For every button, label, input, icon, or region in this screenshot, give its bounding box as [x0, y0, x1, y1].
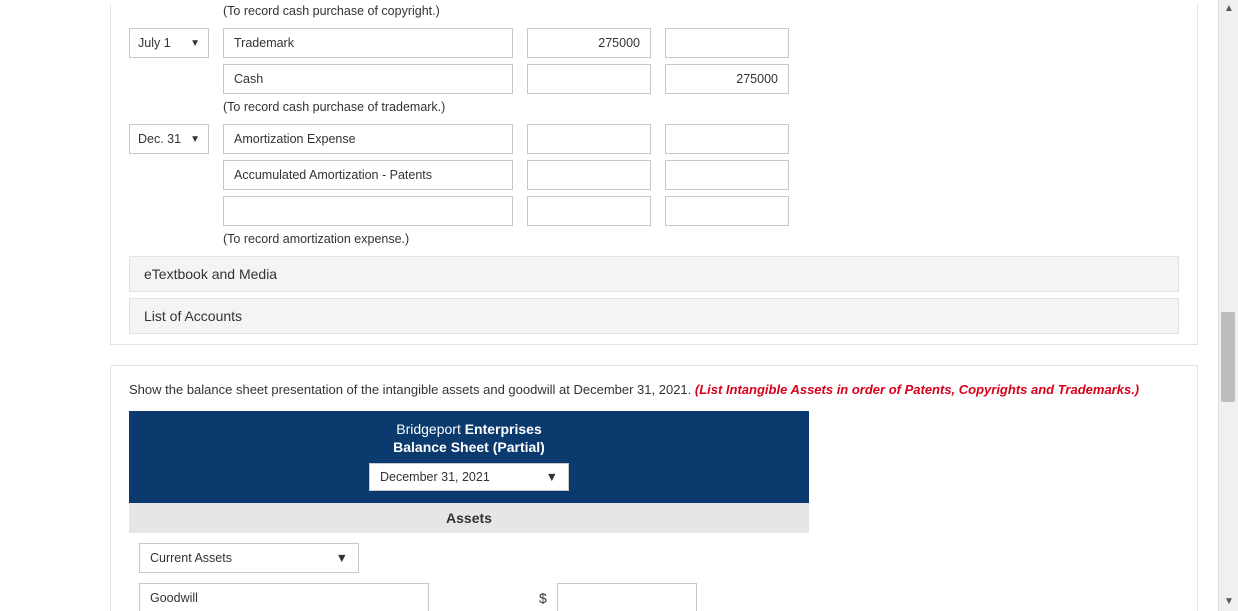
scrollbar-thumb[interactable] [1221, 312, 1235, 402]
statement-title: Balance Sheet (Partial) [129, 439, 809, 455]
account-input[interactable]: Accumulated Amortization - Patents [223, 160, 513, 190]
debit-amount-input[interactable] [527, 196, 651, 226]
chevron-down-icon: ▼ [336, 551, 348, 565]
scrollbar[interactable]: ▲ ▼ [1218, 0, 1238, 611]
debit-amount-input[interactable] [527, 160, 651, 190]
credit-amount-input[interactable] [665, 196, 789, 226]
date-value: Dec. 31 [138, 132, 181, 146]
debit-amount-input[interactable] [527, 64, 651, 94]
credit-amount-input[interactable] [665, 124, 789, 154]
account-name-input[interactable]: Goodwill [139, 583, 429, 611]
date-dropdown[interactable]: July 1 ▼ [129, 28, 209, 58]
journal-entry-row: Dec. 31 ▼ Amortization Expense [129, 124, 1179, 154]
note-amortization: (To record amortization expense.) [223, 232, 1179, 246]
scroll-up-arrow[interactable]: ▲ [1219, 0, 1238, 18]
credit-amount-input[interactable] [665, 28, 789, 58]
debit-amount-input[interactable] [527, 124, 651, 154]
company-name: Bridgeport Enterprises [129, 421, 809, 437]
amount-input[interactable] [557, 583, 697, 611]
account-input[interactable] [223, 196, 513, 226]
debit-amount-input[interactable]: 275000 [527, 28, 651, 58]
statement-date-dropdown[interactable]: December 31, 2021 ▼ [369, 463, 569, 491]
date-dropdown[interactable]: Dec. 31 ▼ [129, 124, 209, 154]
dollar-sign: $ [539, 590, 547, 606]
assets-heading: Assets [129, 503, 809, 533]
journal-entry-row [129, 196, 1179, 226]
question-instruction: Show the balance sheet presentation of t… [129, 382, 1179, 397]
note-trademark: (To record cash purchase of trademark.) [223, 100, 1179, 114]
etextbook-band[interactable]: eTextbook and Media [129, 256, 1179, 292]
bs-section-row: Current Assets ▼ [139, 543, 1179, 573]
journal-entry-row: Cash 275000 [129, 64, 1179, 94]
chevron-down-icon: ▼ [190, 38, 200, 49]
section-dropdown[interactable]: Current Assets ▼ [139, 543, 359, 573]
journal-card: (To record cash purchase of copyright.) … [110, 4, 1198, 345]
chevron-down-icon: ▼ [546, 470, 558, 484]
bs-line-row: Goodwill $ [139, 583, 1179, 611]
account-input[interactable]: Trademark [223, 28, 513, 58]
scroll-down-arrow[interactable]: ▼ [1219, 593, 1238, 611]
account-input[interactable]: Amortization Expense [223, 124, 513, 154]
credit-amount-input[interactable]: 275000 [665, 64, 789, 94]
chevron-down-icon: ▼ [190, 134, 200, 145]
date-value: July 1 [138, 36, 171, 50]
balance-sheet-card: Show the balance sheet presentation of t… [110, 365, 1198, 611]
journal-entry-row: Accumulated Amortization - Patents [129, 160, 1179, 190]
balance-sheet-header: Bridgeport Enterprises Balance Sheet (Pa… [129, 411, 809, 503]
credit-amount-input[interactable] [665, 160, 789, 190]
list-accounts-band[interactable]: List of Accounts [129, 298, 1179, 334]
journal-entry-row: July 1 ▼ Trademark 275000 [129, 28, 1179, 58]
note-copyright: (To record cash purchase of copyright.) [223, 4, 1179, 18]
account-input[interactable]: Cash [223, 64, 513, 94]
